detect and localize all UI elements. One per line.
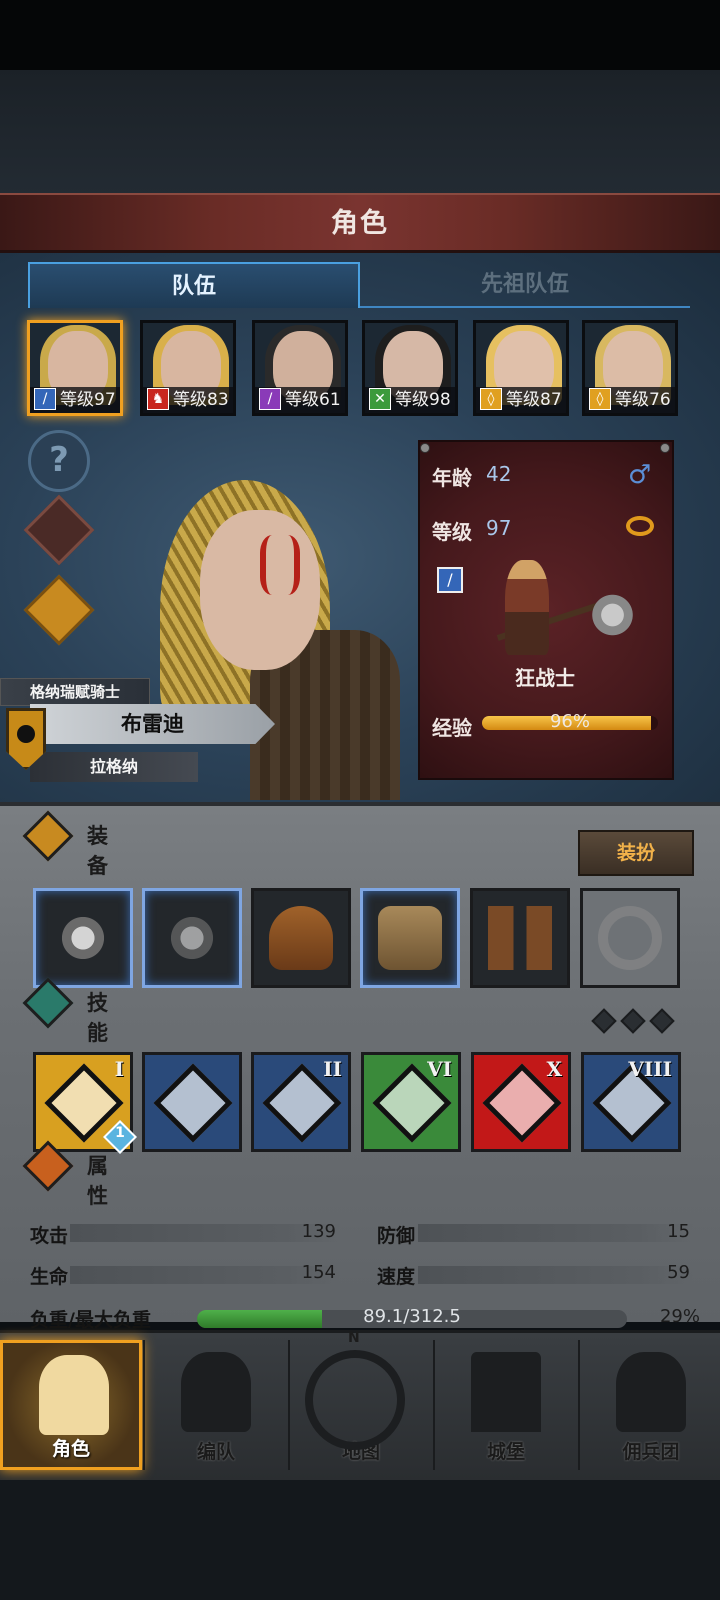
skill-slot[interactable] — [142, 1052, 242, 1152]
load-label: 负重/最大负重 — [30, 1309, 151, 1331]
compass-north: N — [348, 1330, 360, 1346]
helmet-icon — [269, 906, 333, 970]
help-icon[interactable]: ? — [28, 430, 90, 492]
shield-class-icon: ◊ — [480, 388, 502, 410]
equip-slot-weapon[interactable] — [33, 888, 133, 988]
staff-class-icon: / — [259, 388, 281, 410]
skill-slot[interactable]: II — [251, 1052, 351, 1152]
sword-class-icon: / — [34, 388, 56, 410]
nav-mercenary-label: 佣兵团 — [622, 1441, 680, 1463]
mercenary-icon — [616, 1352, 686, 1432]
class-name: 狂战士 — [515, 666, 575, 690]
nav-formation-label: 编队 — [196, 1441, 235, 1463]
battle-axe-icon — [585, 580, 640, 650]
skill-slot[interactable]: VIII — [581, 1052, 681, 1152]
character-name[interactable]: 布雷迪 — [30, 704, 275, 744]
skill-rank: VIII — [628, 1057, 672, 1081]
knight-icon — [39, 1355, 109, 1435]
axe-icon — [51, 906, 115, 970]
nav-character[interactable]: 角色 — [0, 1340, 142, 1470]
level-value: 97 — [486, 516, 512, 540]
skill-rank: II — [323, 1057, 342, 1081]
chest-armor-icon — [378, 906, 442, 970]
equipment-title: 装备 — [87, 824, 108, 878]
hero-warpaint — [260, 535, 300, 595]
status-area — [0, 0, 720, 70]
nav-castle-label: 城堡 — [486, 1441, 525, 1463]
nav-mercenary[interactable]: 佣兵团 — [580, 1340, 720, 1470]
tab-team[interactable]: 队伍 — [28, 262, 360, 308]
roster-portrait[interactable]: 等级76 ◊ — [582, 320, 678, 416]
nav-formation[interactable]: 编队 — [145, 1340, 287, 1470]
character-title: 格纳瑞赋骑士 — [0, 678, 150, 706]
attack-label: 攻击 — [30, 1225, 69, 1247]
squad-icon — [181, 1352, 251, 1432]
speed-label: 速度 — [377, 1266, 416, 1288]
axe-icon — [160, 906, 224, 970]
boots-icon — [488, 906, 552, 970]
nav-castle[interactable]: 城堡 — [435, 1340, 577, 1470]
skill-slot[interactable]: X — [471, 1052, 571, 1152]
level-label: 等级 — [432, 520, 472, 544]
roster-portrait[interactable]: 等级61 / — [252, 320, 348, 416]
equip-slot-chest[interactable] — [360, 888, 460, 988]
xp-percent: 96% — [549, 711, 590, 732]
berserker-figure — [505, 560, 549, 655]
attributes-title: 属性 — [87, 1154, 108, 1208]
roster-portrait[interactable]: 等级87 ◊ — [473, 320, 569, 416]
sword-class-icon: / — [437, 567, 463, 593]
pin-icon — [660, 443, 670, 453]
speed-value: 59 — [667, 1262, 690, 1283]
roster-portrait[interactable]: 等级97 / — [27, 320, 123, 416]
skill-rank: X — [546, 1057, 562, 1081]
xp-label: 经验 — [432, 716, 472, 740]
skill-slot[interactable]: VI — [361, 1052, 461, 1152]
skill-rank: VI — [427, 1057, 452, 1081]
age-value: 42 — [486, 462, 512, 486]
roster-portrait[interactable]: 等级98 ✕ — [362, 320, 458, 416]
skill-rank: I — [114, 1057, 124, 1081]
age-label: 年龄 — [432, 466, 472, 490]
upper-background — [0, 70, 720, 195]
nav-character-label: 角色 — [51, 1438, 90, 1460]
title-bar: 角色 — [0, 193, 720, 253]
load-value: 89.1/312.5 — [363, 1306, 461, 1327]
skill-level-badge-value: 1 — [115, 1125, 125, 1141]
shield-class-icon: ◊ — [589, 388, 611, 410]
equip-slot-ring[interactable] — [580, 888, 680, 988]
equip-slot-offhand[interactable] — [142, 888, 242, 988]
roster-portrait[interactable]: 等级83 ♞ — [140, 320, 236, 416]
crossed-swords-class-icon: ✕ — [369, 388, 391, 410]
compass-icon — [305, 1350, 405, 1450]
equip-slot-helmet[interactable] — [251, 888, 351, 988]
horse-class-icon: ♞ — [147, 388, 169, 410]
hp-label: 生命 — [30, 1266, 69, 1288]
outfit-button[interactable]: 装扮 — [578, 830, 694, 876]
twin-peaks-icon — [153, 1063, 233, 1143]
skills-title: 技能 — [87, 991, 108, 1045]
defense-value: 15 — [667, 1221, 690, 1242]
male-icon: ♂ — [628, 460, 652, 490]
hero-face — [200, 510, 320, 670]
defense-label: 防御 — [377, 1225, 416, 1247]
page-title: 角色 — [331, 208, 389, 239]
character-origin: 拉格纳 — [30, 752, 198, 782]
castle-icon — [471, 1352, 541, 1432]
sun-glyph — [17, 725, 35, 743]
hp-value: 154 — [301, 1262, 336, 1283]
attack-value: 139 — [301, 1221, 336, 1242]
equip-slot-boots[interactable] — [470, 888, 570, 988]
ring-icon — [598, 906, 662, 970]
load-percent: 29% — [659, 1306, 700, 1327]
system-bar — [0, 1480, 720, 1600]
ring-icon[interactable] — [626, 516, 654, 536]
tab-ancestor[interactable]: 先祖队伍 — [360, 262, 690, 308]
pin-icon — [420, 443, 430, 453]
